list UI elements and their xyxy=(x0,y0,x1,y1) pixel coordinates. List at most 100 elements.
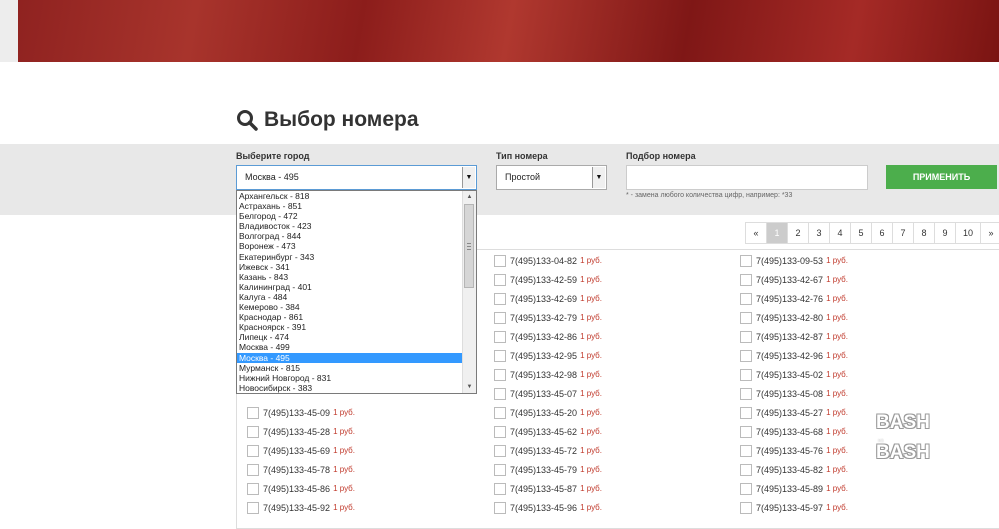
number-price: 1 руб. xyxy=(826,427,848,436)
number-checkbox[interactable] xyxy=(247,425,259,438)
city-option[interactable]: Мурманск - 815 xyxy=(237,363,476,373)
pagination-pages: 1 2 3 4 5 6 7 8 9 10 xyxy=(766,222,981,244)
city-option[interactable]: Ижевск - 341 xyxy=(237,262,476,272)
number-price: 1 руб. xyxy=(333,446,355,455)
number-checkbox[interactable] xyxy=(494,425,506,438)
pagination-next[interactable]: » xyxy=(980,222,999,244)
list-item: 7(495)133-45-76 1 руб. xyxy=(740,441,848,460)
city-option[interactable]: Москва - 495 xyxy=(237,352,476,363)
pagination-page[interactable]: 1 xyxy=(766,222,788,244)
number-checkbox[interactable] xyxy=(494,406,506,419)
number-checkbox[interactable] xyxy=(740,482,752,495)
phone-number: 7(495)133-42-79 xyxy=(510,312,578,323)
pagination-page[interactable]: 5 xyxy=(850,222,872,244)
city-select[interactable]: Москва - 495 ▼ xyxy=(236,165,477,190)
number-price: 1 руб. xyxy=(826,275,848,284)
city-option[interactable]: Белгород - 472 xyxy=(237,211,476,221)
number-price: 1 руб. xyxy=(333,408,355,417)
chevron-down-icon[interactable]: ▼ xyxy=(462,167,475,188)
number-checkbox[interactable] xyxy=(494,349,506,362)
list-item: 7(495)133-45-92 1 руб. xyxy=(247,498,355,517)
chevron-down-icon[interactable]: ▼ xyxy=(592,167,605,188)
phone-number: 7(495)133-42-80 xyxy=(756,312,824,323)
number-checkbox[interactable] xyxy=(494,444,506,457)
city-option[interactable]: Краснодар - 861 xyxy=(237,312,476,322)
number-checkbox[interactable] xyxy=(494,292,506,305)
apply-button[interactable]: ПРИМЕНИТЬ xyxy=(886,165,997,189)
city-option[interactable]: Калуга - 484 xyxy=(237,292,476,302)
number-checkbox[interactable] xyxy=(247,406,259,419)
pagination-page[interactable]: 2 xyxy=(787,222,809,244)
scrollbar-thumb[interactable] xyxy=(464,204,474,288)
number-checkbox[interactable] xyxy=(494,273,506,286)
number-checkbox[interactable] xyxy=(740,368,752,381)
city-dropdown-list[interactable]: Архангельск - 818 Астрахань - 851 Белгород… xyxy=(236,190,477,394)
dropdown-scrollbar[interactable]: ▲ ▼ xyxy=(462,191,476,393)
pagination-page[interactable]: 9 xyxy=(934,222,956,244)
number-checkbox[interactable] xyxy=(740,501,752,514)
pagination-page[interactable]: 10 xyxy=(955,222,981,244)
number-checkbox[interactable] xyxy=(494,463,506,476)
pagination-prev[interactable]: « xyxy=(745,222,767,244)
city-option[interactable]: Нижний Новгород - 831 xyxy=(237,373,476,383)
city-option[interactable]: Архангельск - 818 xyxy=(237,191,476,201)
number-checkbox[interactable] xyxy=(494,254,506,267)
list-item: 7(495)133-45-09 1 руб. xyxy=(247,403,355,422)
city-option[interactable]: Волгоград - 844 xyxy=(237,231,476,241)
number-price: 1 руб. xyxy=(580,294,602,303)
city-option[interactable]: Липецк - 474 xyxy=(237,332,476,342)
number-checkbox[interactable] xyxy=(494,501,506,514)
city-option[interactable]: Астрахань - 851 xyxy=(237,201,476,211)
number-checkbox[interactable] xyxy=(740,406,752,419)
phone-number: 7(495)133-42-95 xyxy=(510,350,578,361)
phone-number: 7(495)133-45-96 xyxy=(510,502,578,513)
number-checkbox[interactable] xyxy=(740,387,752,400)
list-item: 7(495)133-45-78 1 руб. xyxy=(247,460,355,479)
city-option[interactable]: Новосибирск - 383 xyxy=(237,383,476,393)
city-option[interactable]: Красноярск - 391 xyxy=(237,322,476,332)
pagination-page[interactable]: 3 xyxy=(808,222,830,244)
city-options: Архангельск - 818 Астрахань - 851 Белгород… xyxy=(237,191,476,393)
number-checkbox[interactable] xyxy=(740,254,752,267)
city-option[interactable]: Воронеж - 473 xyxy=(237,241,476,251)
number-checkbox[interactable] xyxy=(740,444,752,457)
number-checkbox[interactable] xyxy=(740,425,752,438)
city-option[interactable]: Екатеринбург - 343 xyxy=(237,252,476,262)
city-option[interactable]: Казань - 843 xyxy=(237,272,476,282)
city-option[interactable]: Кемерово - 384 xyxy=(237,302,476,312)
number-checkbox[interactable] xyxy=(740,273,752,286)
pagination-page[interactable]: 4 xyxy=(829,222,851,244)
phone-number: 7(495)133-45-97 xyxy=(756,502,824,513)
list-item: 7(495)133-42-95 1 руб. xyxy=(494,346,602,365)
number-checkbox[interactable] xyxy=(740,463,752,476)
city-option[interactable]: Москва - 499 xyxy=(237,342,476,352)
city-option[interactable]: Владивосток - 423 xyxy=(237,221,476,231)
number-checkbox[interactable] xyxy=(740,292,752,305)
pagination-page[interactable]: 6 xyxy=(871,222,893,244)
number-checkbox[interactable] xyxy=(494,311,506,324)
number-checkbox[interactable] xyxy=(740,349,752,362)
number-price: 1 руб. xyxy=(826,332,848,341)
number-checkbox[interactable] xyxy=(247,463,259,476)
number-checkbox[interactable] xyxy=(740,330,752,343)
type-select[interactable]: Простой ▼ xyxy=(496,165,607,190)
number-checkbox[interactable] xyxy=(494,368,506,381)
city-option[interactable]: Калининград - 401 xyxy=(237,282,476,292)
number-checkbox[interactable] xyxy=(740,311,752,324)
pagination-page[interactable]: 8 xyxy=(913,222,935,244)
phone-number: 7(495)133-45-72 xyxy=(510,445,578,456)
number-checkbox[interactable] xyxy=(494,330,506,343)
pagination-page[interactable]: 7 xyxy=(892,222,914,244)
number-checkbox[interactable] xyxy=(247,444,259,457)
number-checkbox[interactable] xyxy=(247,482,259,495)
page-title: Выбор номера xyxy=(264,108,419,131)
number-checkbox[interactable] xyxy=(494,482,506,495)
number-checkbox[interactable] xyxy=(494,387,506,400)
number-pattern-input[interactable] xyxy=(626,165,868,190)
number-checkbox[interactable] xyxy=(247,501,259,514)
phone-number: 7(495)133-42-76 xyxy=(756,293,824,304)
scroll-up-icon[interactable]: ▲ xyxy=(463,191,476,203)
scroll-down-icon[interactable]: ▼ xyxy=(463,381,476,393)
list-item: 7(495)133-09-53 1 руб. xyxy=(740,251,848,270)
phone-number: 7(495)133-45-62 xyxy=(510,426,578,437)
